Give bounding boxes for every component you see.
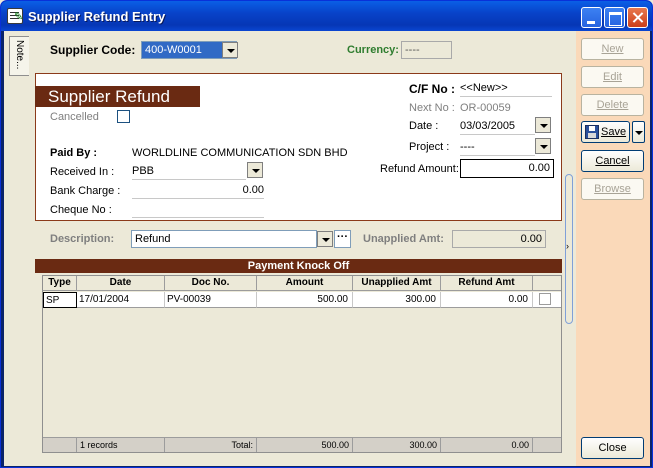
col-select-header xyxy=(533,276,561,291)
col-unapplied-header[interactable]: Unapplied Amt xyxy=(353,276,441,291)
col-doc-no-header[interactable]: Doc No. xyxy=(165,276,257,291)
cheque-no-input[interactable] xyxy=(132,201,264,218)
project-label: Project : xyxy=(409,141,450,153)
unapplied-amt-field: 0.00 xyxy=(452,230,546,248)
save-options-dropdown-icon[interactable] xyxy=(632,121,645,143)
splitter-arrow-icon[interactable]: › xyxy=(566,241,569,251)
description-label: Description: xyxy=(50,233,115,245)
received-in-label: Received In : xyxy=(50,166,115,178)
project-input[interactable]: ---- xyxy=(460,139,535,156)
col-date-header[interactable]: Date xyxy=(77,276,165,291)
edit-button[interactable]: Edit xyxy=(581,66,644,88)
action-panel: New Edit Delete Save Cancel Browse Close xyxy=(576,31,650,466)
delete-button[interactable]: Delete xyxy=(581,94,644,116)
cancel-button[interactable]: Cancel xyxy=(581,150,644,172)
browse-button[interactable]: Browse xyxy=(581,178,644,200)
save-button[interactable]: Save xyxy=(581,121,630,143)
table-row-amount[interactable]: 500.00 xyxy=(257,292,353,308)
footer-record-count: 1 records xyxy=(77,437,165,452)
date-label: Date : xyxy=(409,120,439,132)
new-button[interactable]: New xyxy=(581,38,644,60)
maximize-button[interactable] xyxy=(604,7,625,28)
description-input[interactable]: Refund xyxy=(131,230,317,248)
table-row-type[interactable]: SP xyxy=(43,292,77,308)
window: Supplier Refund Entry Note... Supplier C… xyxy=(0,0,653,468)
minimize-button[interactable] xyxy=(581,7,602,28)
close-button[interactable]: Close xyxy=(581,437,644,459)
currency-label: Currency: xyxy=(347,44,399,56)
col-refund-header[interactable]: Refund Amt xyxy=(441,276,533,291)
refund-panel: Supplier Refund Cancelled C/F No : <<New… xyxy=(35,73,562,221)
paid-by-label: Paid By : xyxy=(50,147,98,159)
bank-charge-input[interactable]: 0.00 xyxy=(132,182,264,199)
cf-no-value[interactable]: <<New>> xyxy=(460,80,552,97)
cancelled-checkbox[interactable] xyxy=(117,110,130,123)
footer-blank xyxy=(43,437,77,452)
date-dropdown-icon[interactable] xyxy=(535,117,551,133)
footer-end xyxy=(533,437,561,452)
table-row-doc-no[interactable]: PV-00039 xyxy=(165,292,257,308)
floppy-disk-icon xyxy=(585,125,599,139)
bank-charge-label: Bank Charge : xyxy=(50,185,121,197)
footer-total-amount: 500.00 xyxy=(257,437,353,452)
title-bar[interactable]: Supplier Refund Entry xyxy=(1,1,652,31)
footer-total-label: Total: xyxy=(165,437,257,452)
project-dropdown-icon[interactable] xyxy=(535,138,551,154)
currency-field: ---- xyxy=(401,41,452,59)
supplier-refund-banner: Supplier Refund xyxy=(35,86,200,107)
app-icon xyxy=(7,8,23,24)
client-area: Note... Supplier Code: 400-W0001 Currenc… xyxy=(4,31,650,466)
unapplied-amt-label: Unapplied Amt: xyxy=(363,233,444,245)
table-row-date[interactable]: 17/01/2004 xyxy=(77,292,165,308)
note-tab[interactable]: Note... xyxy=(9,36,29,76)
description-more-button[interactable]: ··· xyxy=(334,230,351,248)
next-no-value: OR-00059 xyxy=(460,102,511,114)
table-row-refund[interactable]: 0.00 xyxy=(441,292,533,308)
next-no-label: Next No : xyxy=(409,102,455,114)
date-input[interactable]: 03/03/2005 xyxy=(460,118,535,135)
window-title: Supplier Refund Entry xyxy=(28,9,166,24)
row-select-checkbox[interactable] xyxy=(539,293,551,305)
refund-amount-input[interactable]: 0.00 xyxy=(460,159,554,178)
col-amount-header[interactable]: Amount xyxy=(257,276,353,291)
footer-total-unapplied: 300.00 xyxy=(353,437,441,452)
knock-off-grid: Type Date Doc No. Amount Unapplied Amt R… xyxy=(42,275,562,453)
payment-knock-off-header: Payment Knock Off xyxy=(35,259,562,273)
table-row-unapplied[interactable]: 300.00 xyxy=(353,292,441,308)
supplier-code-label: Supplier Code: xyxy=(50,43,136,57)
received-in-input[interactable]: PBB xyxy=(132,163,246,180)
paid-by-value: WORLDLINE COMMUNICATION SDN BHD xyxy=(132,147,348,159)
footer-total-refund: 0.00 xyxy=(441,437,533,452)
cheque-no-label: Cheque No : xyxy=(50,204,112,216)
received-in-dropdown-icon[interactable] xyxy=(247,162,263,178)
supplier-code-dropdown-icon[interactable] xyxy=(222,42,238,58)
refund-amount-label: Refund Amount: xyxy=(380,163,459,175)
col-type-header[interactable]: Type xyxy=(43,276,77,291)
cf-no-label: C/F No : xyxy=(409,82,455,96)
cancelled-label: Cancelled xyxy=(50,111,99,123)
table-row-select-cell xyxy=(533,292,561,308)
grid-empty-area xyxy=(43,309,561,437)
close-window-button[interactable] xyxy=(627,7,648,28)
description-dropdown-icon[interactable] xyxy=(317,231,333,247)
